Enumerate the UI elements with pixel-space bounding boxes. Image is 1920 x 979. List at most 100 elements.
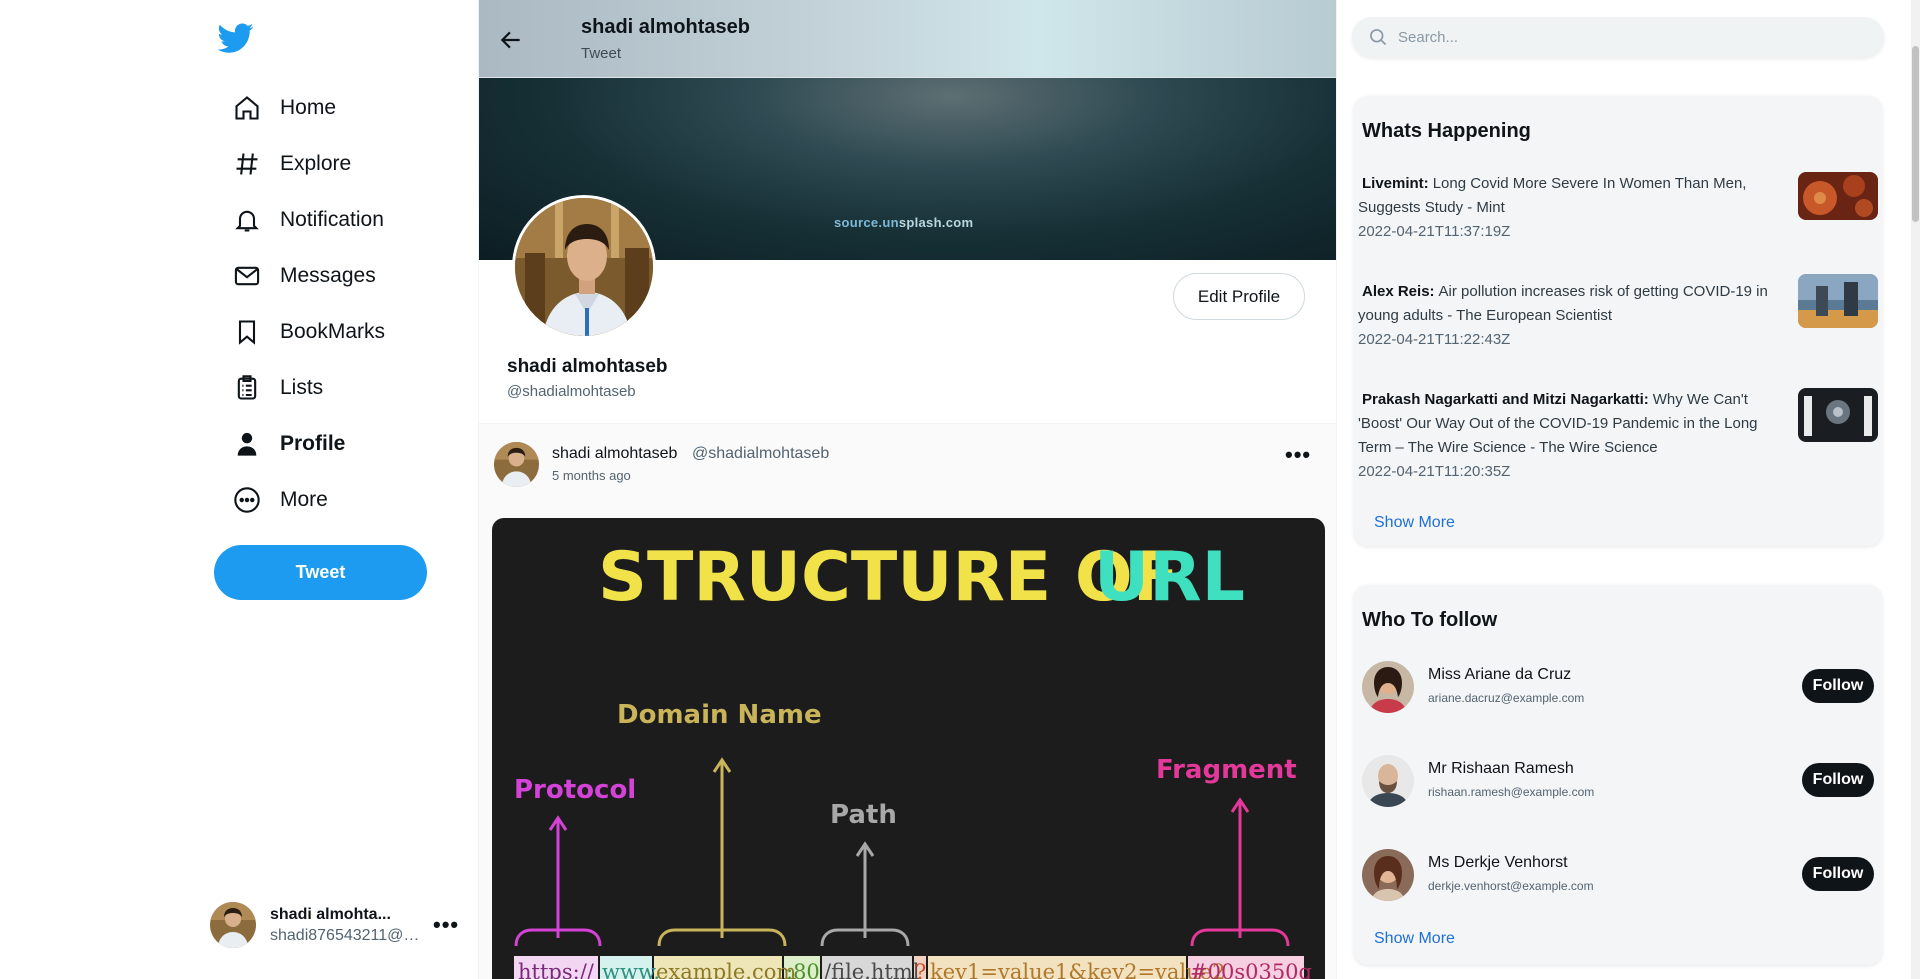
follow-email: ariane.dacruz@example.com: [1428, 691, 1585, 705]
image-title-b: URL: [1094, 538, 1245, 617]
bookmark-icon: [230, 315, 264, 349]
news-source: Livemint:: [1362, 175, 1429, 192]
avatar: [1362, 849, 1414, 901]
label-fragment: Fragment: [1156, 755, 1297, 785]
url-domain: example.com: [656, 960, 796, 979]
follow-email: rishaan.ramesh@example.com: [1428, 785, 1595, 799]
label-domain: Domain Name: [617, 700, 822, 730]
image-title-a: STRUCTURE OF: [598, 538, 1179, 617]
url-query-mark: ?: [915, 960, 926, 979]
bell-icon: [230, 203, 264, 237]
edit-profile-button[interactable]: Edit Profile: [1173, 273, 1305, 320]
show-more-link[interactable]: Show More: [1374, 930, 1455, 948]
tweet-button[interactable]: Tweet: [214, 545, 427, 600]
url-query: key1=value1&key2=value2: [930, 960, 1225, 979]
follow-suggestion[interactable]: Mr Rishaan Ramesh rishaan.ramesh@example…: [1362, 755, 1874, 815]
cover-credit-b: splash.com: [898, 215, 974, 230]
nav-label: Home: [280, 96, 337, 119]
nav-label: Messages: [280, 264, 376, 287]
hashtag-icon: [230, 147, 264, 181]
main-nav: Home Explore Notification Messages BookM…: [230, 80, 385, 528]
tweet-author-handle[interactable]: @shadialmohtaseb: [692, 445, 829, 463]
follow-button[interactable]: Follow: [1802, 857, 1874, 891]
account-names: shadi almohta... shadi876543211@g...: [270, 906, 425, 945]
back-arrow-icon[interactable]: [493, 22, 529, 58]
label-path: Path: [830, 800, 897, 830]
news-thumbnail: [1798, 172, 1878, 220]
news-text: Livemint: Long Covid More Severe In Women…: [1358, 172, 1788, 220]
nav-item-more[interactable]: More: [230, 472, 385, 528]
url-subdomain: www.: [602, 960, 660, 979]
label-protocol: Protocol: [514, 775, 636, 805]
account-switcher[interactable]: shadi almohta... shadi876543211@g... •••: [210, 900, 460, 950]
follow-button[interactable]: Follow: [1802, 669, 1874, 703]
scrollbar-thumb[interactable]: [1912, 46, 1919, 222]
news-text: Prakash Nagarkatti and Mitzi Nagarkatti:…: [1358, 388, 1788, 460]
search-input[interactable]: [1398, 28, 1868, 46]
right-sidebar: Whats Happening Livemint:Long Covid More…: [1338, 0, 1920, 979]
profile-name: shadi almohtaseb: [507, 356, 668, 377]
left-sidebar: Home Explore Notification Messages BookM…: [0, 0, 478, 979]
follow-email: derkje.venhorst@example.com: [1428, 879, 1594, 893]
nav-item-profile[interactable]: Profile: [230, 416, 385, 472]
twitter-bird-icon[interactable]: [218, 20, 254, 56]
search-bar[interactable]: [1352, 17, 1884, 57]
nav-item-lists[interactable]: Lists: [230, 360, 385, 416]
nav-label: Explore: [280, 152, 352, 175]
nav-label: Notification: [280, 208, 384, 231]
list-icon: [230, 371, 264, 405]
profile-handle: @shadialmohtaseb: [507, 383, 636, 400]
main-column: shadi almohtaseb Tweet source.unsplash.c…: [478, 0, 1337, 979]
nav-item-bookmarks[interactable]: BookMarks: [230, 304, 385, 360]
avatar: [1362, 755, 1414, 807]
account-email: shadi876543211@g...: [270, 926, 425, 944]
more-circle-icon: [230, 483, 264, 517]
who-to-follow-card: Who To follow Miss Ariane da Cruz ariane…: [1354, 585, 1882, 965]
more-dots-icon[interactable]: •••: [433, 912, 459, 938]
news-item[interactable]: Prakash Nagarkatti and Mitzi Nagarkatti:…: [1358, 388, 1878, 484]
page-subtitle: Tweet: [581, 45, 622, 62]
show-more-link[interactable]: Show More: [1374, 514, 1455, 532]
nav-label: More: [280, 488, 328, 511]
search-icon: [1370, 29, 1387, 46]
nav-label: Profile: [280, 432, 346, 455]
follow-suggestion[interactable]: Ms Derkje Venhorst derkje.venhorst@examp…: [1362, 849, 1874, 909]
envelope-icon: [230, 259, 264, 293]
nav-item-home[interactable]: Home: [230, 80, 385, 136]
follow-name: Miss Ariane da Cruz: [1428, 666, 1572, 683]
who-to-follow-title: Who To follow: [1362, 609, 1498, 631]
avatar[interactable]: [494, 442, 539, 487]
page-title: shadi almohtaseb: [581, 16, 750, 38]
home-icon: [230, 91, 264, 125]
news-thumbnail: [1798, 274, 1878, 328]
news-date: 2022-04-21T11:20:35Z: [1358, 463, 1511, 480]
news-source: Alex Reis:: [1362, 283, 1435, 300]
tweet-card[interactable]: shadi almohtaseb @shadialmohtaseb 5 mont…: [479, 424, 1336, 979]
news-date: 2022-04-21T11:37:19Z: [1358, 223, 1511, 240]
follow-button[interactable]: Follow: [1802, 763, 1874, 797]
follow-name: Ms Derkje Venhorst: [1428, 854, 1568, 871]
nav-item-notification[interactable]: Notification: [230, 192, 385, 248]
avatar: [1362, 661, 1414, 713]
tweet-image[interactable]: STRUCTURE OF URL Domain Name Protocol Pa…: [492, 518, 1325, 979]
news-text: Alex Reis: Air pollution increases risk o…: [1358, 280, 1788, 328]
url-protocol: https://: [518, 960, 595, 979]
person-icon: [230, 427, 264, 461]
tweet-author-name[interactable]: shadi almohtaseb: [552, 445, 677, 463]
nav-item-messages[interactable]: Messages: [230, 248, 385, 304]
url-fragment: #00s0350q: [1190, 960, 1312, 979]
news-date: 2022-04-21T11:22:43Z: [1358, 331, 1511, 348]
nav-item-explore[interactable]: Explore: [230, 136, 385, 192]
url-port: :80: [786, 960, 820, 979]
follow-name: Mr Rishaan Ramesh: [1428, 760, 1574, 777]
profile-avatar[interactable]: [512, 195, 656, 339]
more-dots-icon[interactable]: •••: [1285, 442, 1311, 468]
news-item[interactable]: Livemint: Long Covid More Severe In Women…: [1358, 172, 1878, 244]
whats-happening-title: Whats Happening: [1362, 120, 1531, 142]
cover-credit-a: source.un: [834, 215, 899, 230]
follow-suggestion[interactable]: Miss Ariane da Cruz ariane.dacruz@exampl…: [1362, 661, 1874, 721]
avatar: [210, 902, 256, 948]
whats-happening-card: Whats Happening Livemint: Long Covid More…: [1354, 96, 1882, 546]
news-thumbnail: [1798, 388, 1878, 442]
news-item[interactable]: Alex Reis: Air pollution increases risk o…: [1358, 274, 1878, 352]
